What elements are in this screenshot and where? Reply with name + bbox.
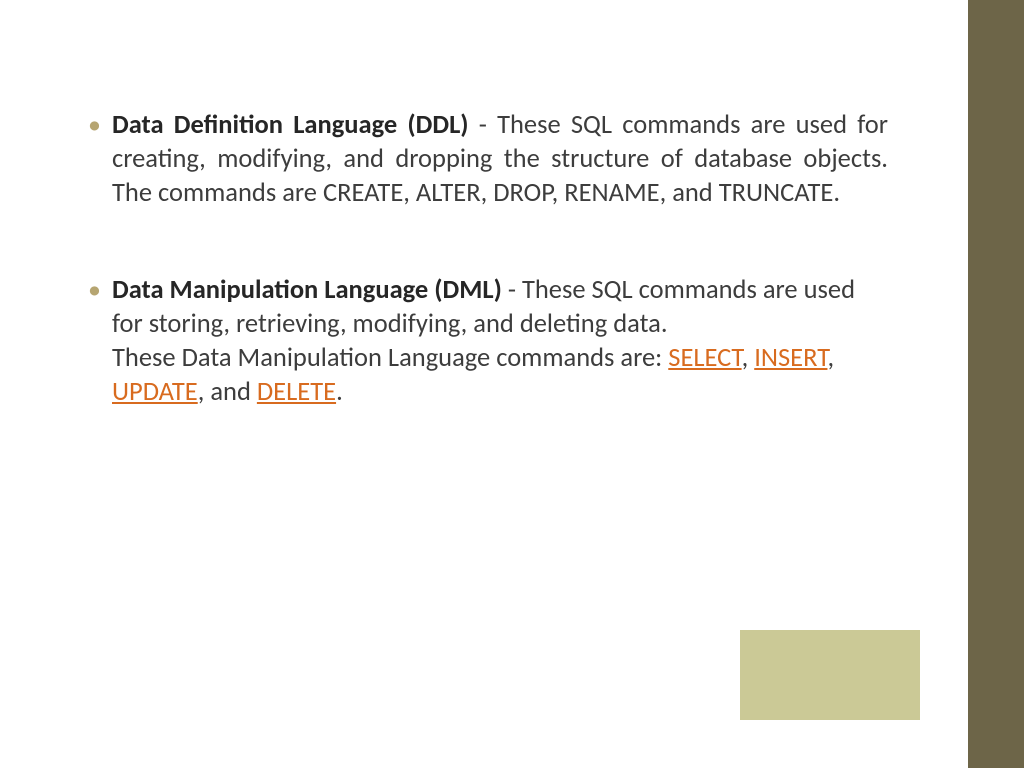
decor-stripe-bottom (740, 630, 920, 720)
separator: , (827, 342, 834, 374)
separator: , (742, 342, 755, 374)
decor-stripe-right (968, 0, 1024, 768)
bullet-list: Data Definition Language (DDL) - These S… (88, 108, 888, 409)
item-title: Data Manipulation Language (DML) (112, 274, 502, 306)
separator: , and (198, 376, 257, 408)
slide-content: Data Definition Language (DDL) - These S… (88, 108, 888, 471)
link-insert[interactable]: INSERT (754, 342, 827, 374)
list-item: Data Definition Language (DDL) - These S… (88, 108, 888, 211)
link-update[interactable]: UPDATE (112, 376, 198, 408)
separator: . (336, 376, 343, 408)
item-cmd-intro: These Data Manipulation Language command… (112, 342, 668, 374)
item-title: Data Definition Language (DDL) (112, 109, 469, 141)
link-delete[interactable]: DELETE (257, 376, 336, 408)
link-select[interactable]: SELECT (668, 342, 741, 374)
list-item: Data Manipulation Language (DML) - These… (88, 273, 888, 410)
